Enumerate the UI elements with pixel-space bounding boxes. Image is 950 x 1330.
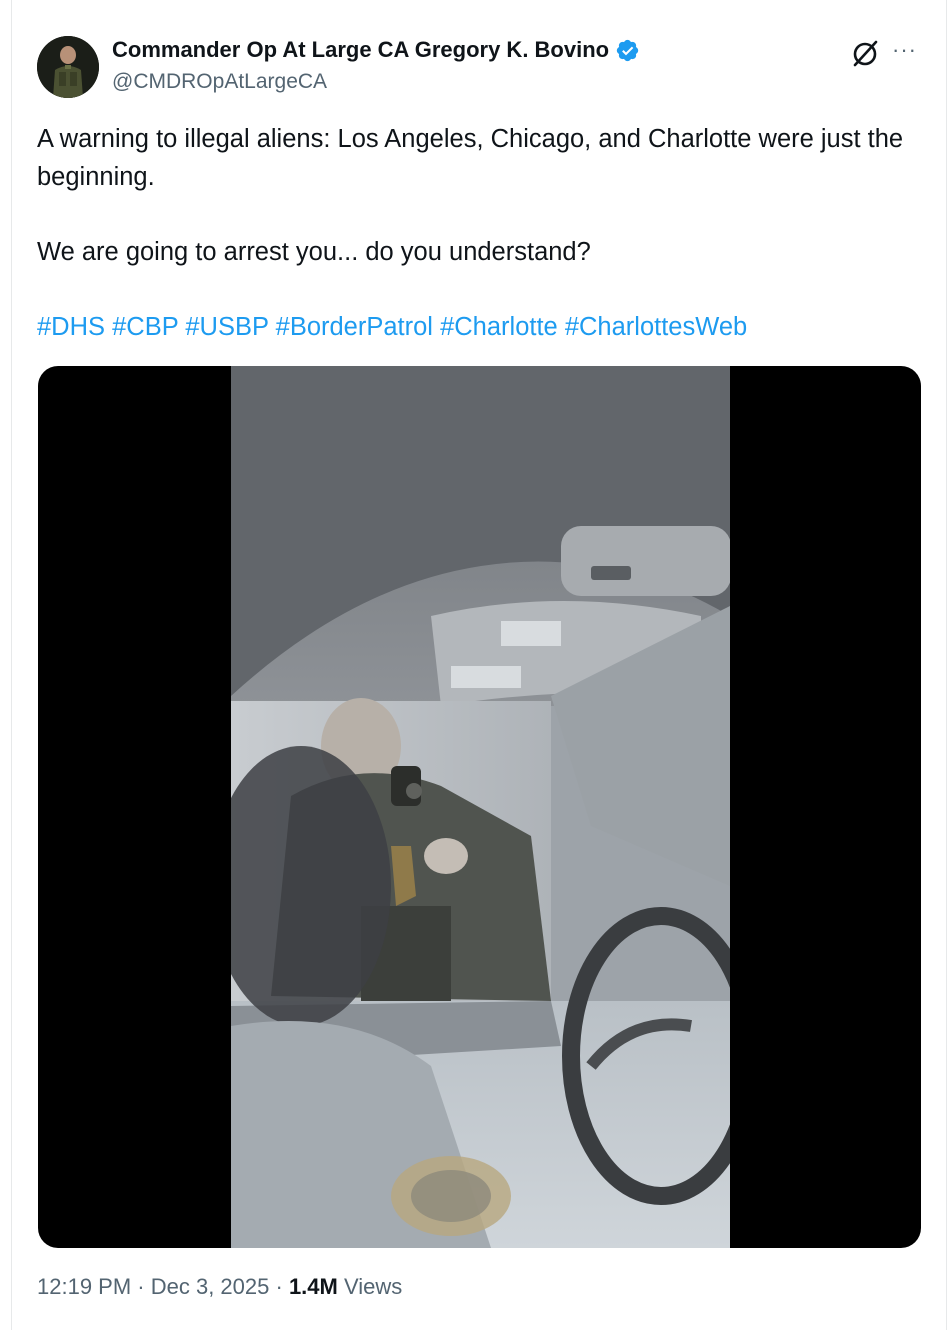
- hashtags: #DHS #CBP #USBP #BorderPatrol #Charlotte…: [37, 309, 927, 347]
- video-player[interactable]: [38, 366, 921, 1248]
- views-label[interactable]: Views: [338, 1274, 402, 1299]
- tweet-line-2: We are going to arrest you... do you und…: [37, 237, 591, 266]
- tweet-date[interactable]: Dec 3, 2025: [151, 1274, 270, 1299]
- author-display-name[interactable]: Commander Op At Large CA Gregory K. Bovi…: [112, 37, 640, 63]
- tweet-time[interactable]: 12:19 PM: [37, 1274, 131, 1299]
- author-name-text[interactable]: Commander Op At Large CA Gregory K. Bovi…: [112, 37, 609, 63]
- hashtag-link[interactable]: #CharlottesWeb: [565, 313, 747, 341]
- separator: ·: [269, 1274, 289, 1299]
- grok-icon[interactable]: [849, 37, 881, 69]
- avatar[interactable]: [37, 36, 99, 98]
- author-handle[interactable]: @CMDROpAtLargeCA: [112, 70, 327, 94]
- separator: ·: [131, 1274, 151, 1299]
- tweet-metadata: 12:19 PM · Dec 3, 2025 · 1.4M Views: [37, 1274, 402, 1300]
- video-still-image: [231, 366, 730, 1248]
- tweet-line-1: A warning to illegal aliens: Los Angeles…: [37, 125, 904, 191]
- hashtag-link[interactable]: #BorderPatrol: [276, 313, 433, 341]
- video-thumbnail[interactable]: [231, 366, 730, 1248]
- hashtag-link[interactable]: #CBP: [112, 313, 178, 341]
- tweet-text: A warning to illegal aliens: Los Angeles…: [37, 121, 927, 346]
- avatar-image: [37, 36, 99, 98]
- more-options-icon[interactable]: ···: [892, 39, 922, 64]
- views-count[interactable]: 1.4M: [289, 1274, 338, 1299]
- hashtag-link[interactable]: #USBP: [185, 313, 268, 341]
- verified-badge-icon[interactable]: [615, 38, 640, 63]
- hashtag-link[interactable]: #DHS: [37, 313, 105, 341]
- hashtag-link[interactable]: #Charlotte: [440, 313, 558, 341]
